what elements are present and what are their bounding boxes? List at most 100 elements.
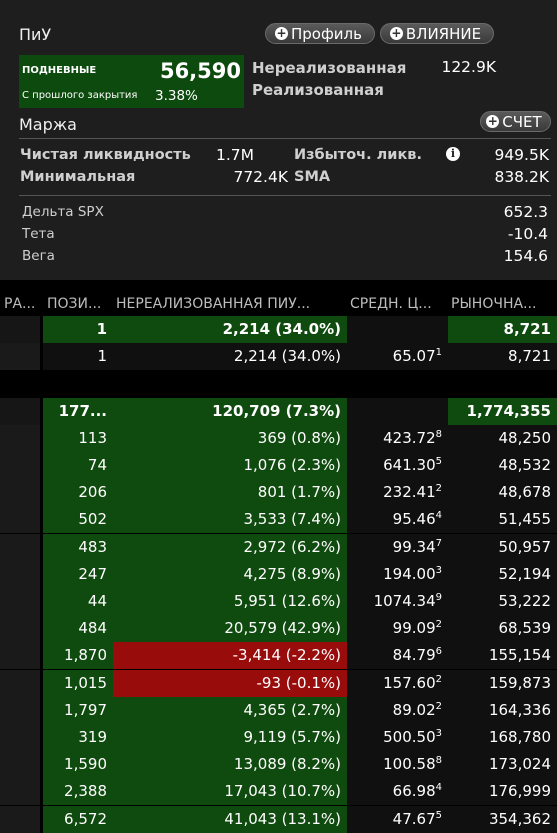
avg-price-cell: 500.503 <box>347 724 448 751</box>
table-row[interactable]: 1 2,214 (34.0%) 8,721 <box>0 316 557 343</box>
avg-price-value: 47.67 <box>392 809 436 828</box>
avg-price-cell: 194.003 <box>347 560 448 588</box>
avg-price-cell: 100.588 <box>347 751 448 779</box>
table-row[interactable]: 1,590 13,089 (8.2%) 100.588 173,024 <box>0 751 557 779</box>
table-row[interactable]: 1,797 4,365 (2.7%) 89.022 164,336 <box>0 696 557 724</box>
unrealized-pnl-cell: 3,533 (7.4%) <box>113 506 347 534</box>
row-marker-cell <box>0 724 40 751</box>
avg-price-fraction: 7 <box>435 537 442 549</box>
plus-icon: + <box>275 26 288 40</box>
avg-price-cell: 641.305 <box>347 452 448 479</box>
table-row[interactable]: 247 4,275 (8.9%) 194.003 52,194 <box>0 560 557 588</box>
summary-panel: ПиУ + Профиль + ВЛИЯНИЕ ПОДНЕВНЫЕ 56,590… <box>0 0 557 280</box>
unrealized-pnl-cell: 5,951 (12.6%) <box>113 588 347 615</box>
row-marker-cell <box>0 642 40 670</box>
plus-icon: + <box>389 26 403 40</box>
position-cell: 484 <box>43 615 113 643</box>
table-row[interactable]: 74 1,076 (2.3%) 641.305 48,532 <box>0 452 557 479</box>
table-row[interactable]: 1,015 -93 (-0.1%) 157.602 159,873 <box>0 669 557 697</box>
avg-price-cell: 66.984 <box>347 778 448 806</box>
position-cell: 1 <box>43 343 113 371</box>
table-row[interactable]: 113 369 (0.8%) 423.728 48,250 <box>0 424 557 452</box>
avg-price-fraction: 4 <box>435 782 442 794</box>
market-value-cell: 173,024 <box>448 751 557 779</box>
unrealized-pnl-cell: 9,119 (5.7%) <box>113 724 347 751</box>
row-marker-cell <box>0 424 40 452</box>
table-row[interactable]: 1 2,214 (34.0%) 65.071 8,721 <box>0 343 557 371</box>
avg-price-fraction: 8 <box>435 755 442 767</box>
market-value-cell: 50,957 <box>448 533 557 561</box>
unrealized-pnl-cell: 120,709 (7.3%) <box>113 397 347 425</box>
market-value-cell: 168,780 <box>448 724 557 751</box>
theta-label: Тета <box>22 226 55 242</box>
net-liquidity-label: Чистая ликвидность <box>20 147 191 163</box>
market-value-cell: 53,222 <box>448 588 557 615</box>
avg-price-cell: 89.022 <box>347 696 448 724</box>
sma-label: SMA <box>294 169 331 185</box>
column-header[interactable]: РЫНОЧНА... <box>451 290 557 318</box>
avg-price-cell: 157.602 <box>347 669 448 697</box>
avg-price-value: 99.34 <box>392 537 436 556</box>
table-row[interactable] <box>0 370 557 397</box>
position-cell: 1,870 <box>43 642 113 670</box>
table-row[interactable]: 177... 120,709 (7.3%) 1,774,355 <box>0 397 557 425</box>
table-row[interactable]: 502 3,533 (7.4%) 95.464 51,455 <box>0 506 557 534</box>
avg-price-value: 95.46 <box>392 510 436 529</box>
avg-price-cell: 95.464 <box>347 506 448 534</box>
avg-price-fraction: 5 <box>435 456 442 467</box>
position-cell: 177... <box>43 397 113 425</box>
avg-price-value: 157.60 <box>383 673 436 692</box>
table-row[interactable]: 483 2,972 (6.2%) 99.347 50,957 <box>0 533 557 561</box>
column-header[interactable]: РА... <box>4 290 44 318</box>
table-row[interactable]: 319 9,119 (5.7%) 500.503 168,780 <box>0 724 557 751</box>
position-cell: 319 <box>43 724 113 751</box>
realized-label: Реализованная <box>252 81 384 99</box>
avg-price-fraction: 5 <box>435 809 442 821</box>
avg-price-value: 100.58 <box>383 755 436 774</box>
unrealized-pnl-cell: 2,972 (6.2%) <box>113 533 347 561</box>
avg-price-value: 641.30 <box>383 456 436 474</box>
table-row[interactable]: 1,870 -3,414 (-2.2%) 84.796 155,154 <box>0 642 557 670</box>
margin-section-title: Маржа <box>19 115 77 134</box>
position-cell: 1 <box>43 316 113 343</box>
daily-pnl-box: ПОДНЕВНЫЕ 56,590 С прошлого закрытия 3.3… <box>19 55 244 108</box>
table-row[interactable]: 44 5,951 (12.6%) 1074.349 53,222 <box>0 588 557 615</box>
table-row[interactable]: 6,572 41,043 (13.1%) 47.675 354,362 <box>0 805 557 833</box>
avg-price-value: 65.07 <box>392 347 436 366</box>
daily-pnl-value: 56,590 <box>159 59 241 83</box>
vega-value: 154.6 <box>503 247 548 265</box>
avg-price-value: 1074.34 <box>373 592 436 610</box>
minimum-margin-label: Минимальная <box>20 169 136 185</box>
position-cell: 44 <box>43 588 113 615</box>
position-cell: 1,797 <box>43 696 113 724</box>
unrealized-pnl-cell: 4,275 (8.9%) <box>113 560 347 588</box>
column-header[interactable]: ПОЗИ... <box>47 290 113 318</box>
position-cell: 74 <box>43 452 113 479</box>
unrealized-pnl-cell: -93 (-0.1%) <box>113 669 347 697</box>
excess-liquidity-value: 949.5K <box>494 146 549 164</box>
position-cell: 483 <box>43 533 113 561</box>
avg-price-value: 423.72 <box>383 428 436 447</box>
column-header[interactable]: НЕРЕАЛИЗОВАННАЯ ПИУ... <box>116 290 346 318</box>
table-row[interactable]: 2,388 17,043 (10.7%) 66.984 176,999 <box>0 778 557 806</box>
avg-price-cell: 99.347 <box>347 533 448 561</box>
info-icon[interactable]: i <box>446 147 460 161</box>
avg-price-cell: 1074.349 <box>347 588 448 615</box>
daily-pnl-label: ПОДНЕВНЫЕ <box>22 65 97 76</box>
account-button-label: СЧЕТ <box>502 112 542 131</box>
account-button[interactable]: + СЧЕТ <box>480 111 551 132</box>
avg-price-value: 232.41 <box>383 483 436 502</box>
column-header[interactable]: СРЕДН. Ц... <box>350 290 447 318</box>
table-row[interactable]: 484 20,579 (42.9%) 99.092 68,539 <box>0 615 557 643</box>
row-marker-cell <box>0 506 40 534</box>
impact-button[interactable]: + ВЛИЯНИЕ <box>380 23 494 44</box>
position-cell: 6,572 <box>43 805 113 833</box>
profile-button[interactable]: + Профиль <box>265 23 375 44</box>
row-marker-cell <box>0 560 40 588</box>
avg-price-value: 99.09 <box>392 619 436 638</box>
market-value-cell: 48,678 <box>448 479 557 507</box>
row-marker-cell <box>0 805 40 833</box>
table-row[interactable]: 206 801 (1.7%) 232.412 48,678 <box>0 479 557 507</box>
unrealized-pnl-cell: 13,089 (8.2%) <box>113 751 347 779</box>
unrealized-pnl-cell: 4,365 (2.7%) <box>113 696 347 724</box>
